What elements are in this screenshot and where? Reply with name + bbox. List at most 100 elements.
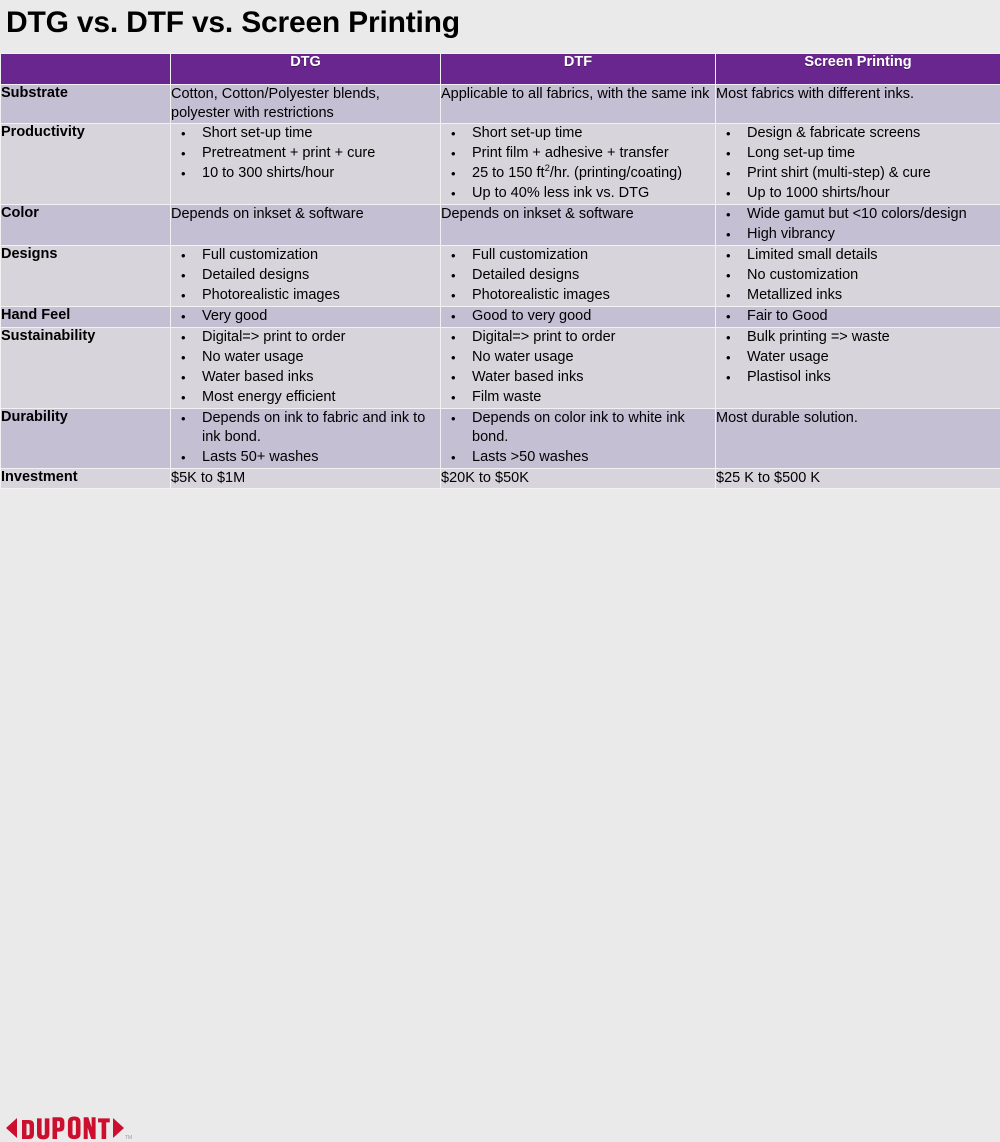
cell-sp: Wide gamut but <10 colors/designHigh vib…	[716, 205, 1000, 246]
bullet-item: No customization	[720, 266, 1000, 285]
cell-dtf: Full customizationDetailed designsPhotor…	[441, 246, 716, 307]
table-row: DurabilityDepends on ink to fabric and i…	[1, 409, 1000, 469]
dupont-logo: TM	[5, 1114, 135, 1142]
bullet-item: No water usage	[175, 348, 440, 367]
bullet-item: Full customization	[445, 246, 715, 265]
bullet-list: Depends on color ink to white ink bond.L…	[441, 409, 715, 467]
cell-dtf: Depends on color ink to white ink bond.L…	[441, 409, 716, 469]
cell-dtg: Digital=> print to orderNo water usageWa…	[171, 328, 441, 409]
table-row: SustainabilityDigital=> print to orderNo…	[1, 328, 1000, 409]
bullet-item: High vibrancy	[720, 225, 1000, 244]
bullet-item: Film waste	[445, 388, 715, 407]
cell-text: Depends on inkset & software	[171, 205, 440, 224]
bullet-item: Wide gamut but <10 colors/design	[720, 205, 1000, 224]
cell-sp: Bulk printing => wasteWater usagePlastis…	[716, 328, 1000, 409]
bullet-list: Digital=> print to orderNo water usageWa…	[441, 328, 715, 407]
row-header-sustainability: Sustainability	[1, 328, 171, 409]
cell-text: Depends on inkset & software	[441, 205, 715, 224]
row-header-productivity: Productivity	[1, 124, 171, 205]
bullet-item: Short set-up time	[445, 124, 715, 143]
row-header-durability: Durability	[1, 409, 171, 469]
bullet-item: Plastisol inks	[720, 368, 1000, 387]
page-title: DTG vs. DTF vs. Screen Printing	[6, 2, 986, 48]
cell-dtf: $20K to $50K	[441, 469, 716, 489]
bullet-item: Fair to Good	[720, 307, 1000, 326]
bullet-list: Bulk printing => wasteWater usagePlastis…	[716, 328, 1000, 387]
bullet-list: Digital=> print to orderNo water usageWa…	[171, 328, 440, 407]
row-header-color: Color	[1, 205, 171, 246]
cell-dtg: Depends on ink to fabric and ink to ink …	[171, 409, 441, 469]
cell-text: Applicable to all fabrics, with the same…	[441, 85, 715, 104]
table-row: DesignsFull customizationDetailed design…	[1, 246, 1000, 307]
table-row: Hand FeelVery good Good to very good Fair …	[1, 307, 1000, 328]
bullet-item: Metallized inks	[720, 286, 1000, 305]
trademark-symbol: TM	[125, 1135, 132, 1141]
footer-bar: TM	[0, 553, 1000, 601]
row-header-investment: Investment	[1, 469, 171, 489]
bullet-item: Design & fabricate screens	[720, 124, 1000, 143]
bullet-item: Digital=> print to order	[445, 328, 715, 347]
bullet-item: Most energy efficient	[175, 388, 440, 407]
bullet-item: Very good	[175, 307, 440, 326]
bullet-item: 10 to 300 shirts/hour	[175, 164, 440, 183]
cell-dtg: Very good	[171, 307, 441, 328]
bullet-item: Water usage	[720, 348, 1000, 367]
cell-dtf: Good to very good	[441, 307, 716, 328]
cell-dtg: $5K to $1M	[171, 469, 441, 489]
bullet-item: Up to 40% less ink vs. DTG	[445, 184, 715, 203]
bullet-item: Long set-up time	[720, 144, 1000, 163]
bullet-item: Detailed designs	[175, 266, 440, 285]
bullet-item: Limited small details	[720, 246, 1000, 265]
cell-sp: Most durable solution.	[716, 409, 1000, 469]
row-header-substrate: Substrate	[1, 85, 171, 124]
column-header-dtg: DTG	[171, 54, 441, 85]
column-header-screen-printing: Screen Printing	[716, 54, 1000, 85]
cell-sp: Limited small detailsNo customizationMet…	[716, 246, 1000, 307]
table-row: SubstrateCotton, Cotton/Polyester blends…	[1, 85, 1000, 124]
bullet-item: Depends on ink to fabric and ink to ink …	[175, 409, 440, 447]
cell-dtf: Applicable to all fabrics, with the same…	[441, 85, 716, 124]
column-header-dtf: DTF	[441, 54, 716, 85]
bullet-item: Print shirt (multi-step) & cure	[720, 164, 1000, 183]
cell-dtg: Full customizationDetailed designsPhotor…	[171, 246, 441, 307]
cell-text: Cotton, Cotton/Polyester blends, polyest…	[171, 85, 440, 123]
bullet-item: Digital=> print to order	[175, 328, 440, 347]
bullet-item: Pretreatment + print + cure	[175, 144, 440, 163]
bullet-item: Detailed designs	[445, 266, 715, 285]
cell-text: $25 K to $500 K	[716, 469, 1000, 488]
cell-text: $5K to $1M	[171, 469, 440, 488]
row-header-hand-feel: Hand Feel	[1, 307, 171, 328]
bullet-list: Design & fabricate screensLong set-up ti…	[716, 124, 1000, 203]
cell-text: $20K to $50K	[441, 469, 715, 488]
cell-dtg: Depends on inkset & software	[171, 205, 441, 246]
cell-sp: Fair to Good	[716, 307, 1000, 328]
bullet-list: Depends on ink to fabric and ink to ink …	[171, 409, 440, 467]
bullet-item: No water usage	[445, 348, 715, 367]
bullet-list: Short set-up timePrint film + adhesive +…	[441, 124, 715, 203]
table-row: ProductivityShort set-up timePretreatmen…	[1, 124, 1000, 205]
bullet-item: Lasts >50 washes	[445, 448, 715, 467]
bullet-list: Fair to Good	[716, 307, 1000, 326]
bullet-item: Up to 1000 shirts/hour	[720, 184, 1000, 203]
bullet-item: Short set-up time	[175, 124, 440, 143]
cell-text: Most durable solution.	[716, 409, 1000, 428]
bullet-item: Depends on color ink to white ink bond.	[445, 409, 715, 447]
table-row: ColorDepends on inkset & softwareDepends…	[1, 205, 1000, 246]
bullet-list: Full customizationDetailed designsPhotor…	[441, 246, 715, 305]
table-row: Investment$5K to $1M$20K to $50K$25 K to…	[1, 469, 1000, 489]
bullet-item: 25 to 150 ft2/hr. (printing/coating)	[445, 164, 715, 183]
table-body: SubstrateCotton, Cotton/Polyester blends…	[1, 85, 1000, 489]
cell-dtg: Short set-up timePretreatment + print + …	[171, 124, 441, 205]
bullet-item: Full customization	[175, 246, 440, 265]
bullet-item: Lasts 50+ washes	[175, 448, 440, 467]
table-header: DTG DTF Screen Printing	[1, 54, 1000, 85]
cell-sp: Design & fabricate screensLong set-up ti…	[716, 124, 1000, 205]
comparison-table: DTG DTF Screen Printing SubstrateCotton,…	[0, 53, 1000, 489]
cell-dtg: Cotton, Cotton/Polyester blends, polyest…	[171, 85, 441, 124]
bullet-item: Water based inks	[175, 368, 440, 387]
bullet-list: Limited small detailsNo customizationMet…	[716, 246, 1000, 305]
bullet-item: Good to very good	[445, 307, 715, 326]
bullet-item: Print film + adhesive + transfer	[445, 144, 715, 163]
cell-sp: Most fabrics with different inks.	[716, 85, 1000, 124]
cell-dtf: Depends on inkset & software	[441, 205, 716, 246]
